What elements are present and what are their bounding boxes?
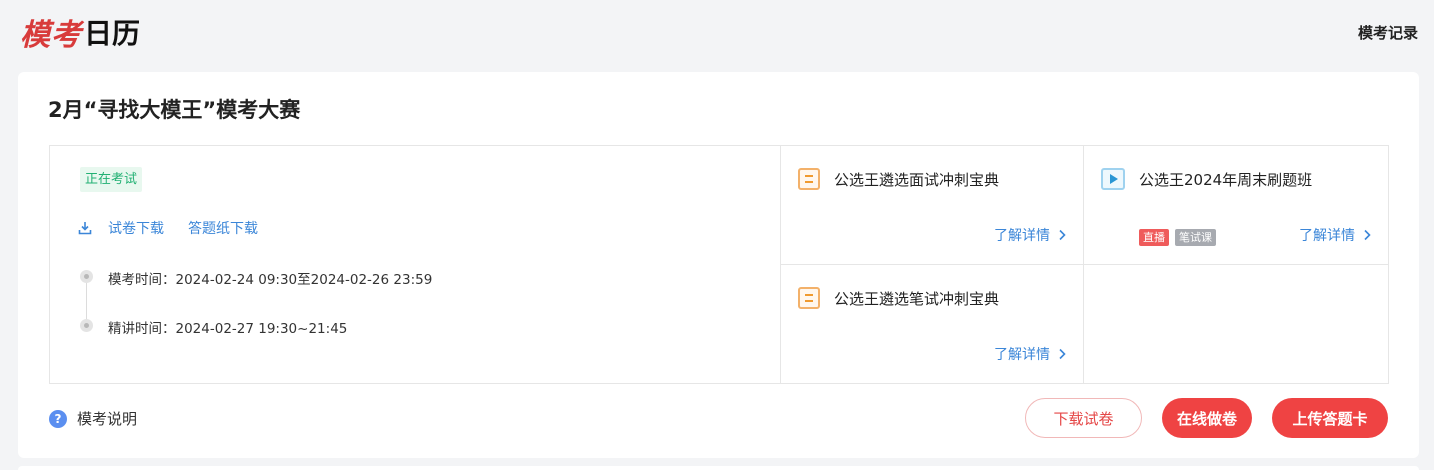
download-paper-link[interactable]: 试卷下载 <box>108 218 164 238</box>
product-header: 公选王遴选笔试冲刺宝典 <box>798 287 999 309</box>
download-answer-sheet-link[interactable]: 答题纸下载 <box>188 218 258 238</box>
details-label: 了解详情 <box>994 347 1050 363</box>
upload-answer-sheet-button[interactable]: 上传答题卡 <box>1272 398 1388 438</box>
product-tags: 直播 笔试课 <box>1139 229 1222 246</box>
next-card-edge <box>18 466 1419 470</box>
lecture-time: 精讲时间：2024-02-27 19:30~21:45 <box>108 321 348 337</box>
exam-time: 模考时间：2024-02-24 09:30至2024-02-26 23:59 <box>108 272 433 288</box>
live-tag: 直播 <box>1139 229 1169 246</box>
question-icon: ? <box>49 409 67 428</box>
details-label: 了解详情 <box>1299 228 1355 244</box>
timeline-dot <box>80 319 93 332</box>
product-card[interactable]: 公选王遴选笔试冲刺宝典 了解详情 <box>781 265 1084 383</box>
document-icon <box>798 287 820 309</box>
logo-text-red: 模考 <box>20 18 82 53</box>
product-header: 公选王遴选面试冲刺宝典 <box>798 168 999 190</box>
status-badge: 正在考试 <box>80 167 143 192</box>
product-title[interactable]: 公选王遴选笔试冲刺宝典 <box>834 288 999 309</box>
product-card[interactable]: 公选王2024年周末刷题班 直播 笔试课 了解详情 <box>1084 146 1388 265</box>
chevron-right-icon <box>1059 348 1066 360</box>
product-card[interactable]: 公选王遴选面试冲刺宝典 了解详情 <box>781 146 1084 265</box>
download-paper-button[interactable]: 下载试卷 <box>1025 398 1142 438</box>
product-title[interactable]: 公选王遴选面试冲刺宝典 <box>834 169 999 190</box>
video-play-icon <box>1101 168 1125 190</box>
product-header: 公选王2024年周末刷题班 <box>1101 168 1312 190</box>
exam-info: 正在考试 试卷下载 答题纸下载 模考时间：2024-02-24 09:30至20… <box>50 146 781 383</box>
written-course-tag: 笔试课 <box>1175 229 1216 246</box>
details-label: 了解详情 <box>994 228 1050 244</box>
timeline-dot <box>80 270 93 283</box>
exam-explanation-link[interactable]: ? 模考说明 <box>49 408 137 429</box>
logo-text-black: 日历 <box>84 17 141 50</box>
document-icon <box>798 168 820 190</box>
chevron-right-icon <box>1364 229 1371 241</box>
exam-explanation-label: 模考说明 <box>77 410 138 428</box>
details-link[interactable]: 了解详情 <box>994 344 1068 364</box>
details-link[interactable]: 了解详情 <box>1299 225 1373 245</box>
download-row: 试卷下载 答题纸下载 <box>78 218 282 238</box>
exam-record-link[interactable]: 模考记录 <box>1358 22 1418 43</box>
product-title[interactable]: 公选王2024年周末刷题班 <box>1139 169 1312 190</box>
logo[interactable]: 模考 日历 <box>20 12 141 53</box>
online-exam-button[interactable]: 在线做卷 <box>1162 398 1252 438</box>
exam-card: 2月“寻找大模王”模考大赛 正在考试 试卷下载 答题纸下载 模考时间：2024-… <box>18 72 1419 458</box>
exam-panel: 正在考试 试卷下载 答题纸下载 模考时间：2024-02-24 09:30至20… <box>49 145 1389 384</box>
chevron-right-icon <box>1059 229 1066 241</box>
download-icon <box>78 222 92 235</box>
details-link[interactable]: 了解详情 <box>994 225 1068 245</box>
exam-title: 2月“寻找大模王”模考大赛 <box>48 98 301 122</box>
